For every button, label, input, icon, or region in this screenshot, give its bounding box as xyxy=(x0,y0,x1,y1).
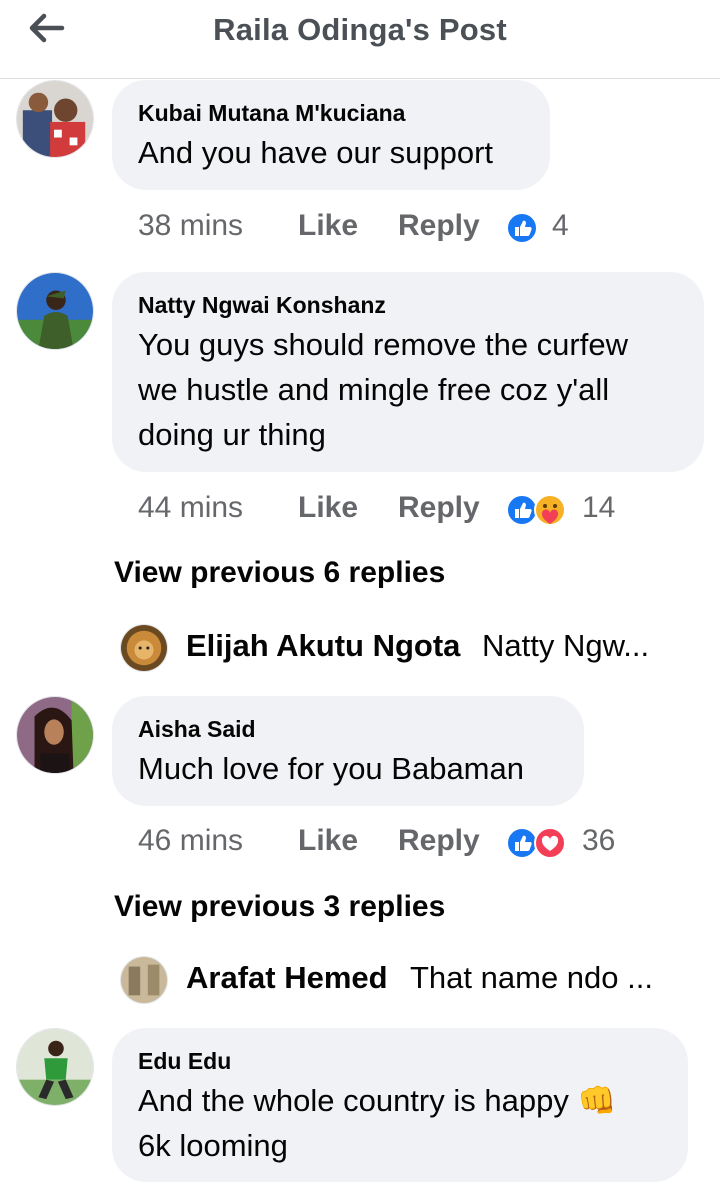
comment-text: You guys should remove the curfew we hus… xyxy=(138,322,678,457)
avatar[interactable] xyxy=(16,80,94,158)
comment-text-line: You guys should remove the curfew xyxy=(138,327,628,362)
comment-bubble: Natty Ngwai Konshanz You guys should rem… xyxy=(112,272,704,472)
love-reaction-icon[interactable] xyxy=(534,827,566,859)
reply-preview[interactable]: Elijah Akutu Ngota Natty Ngw... xyxy=(120,624,700,674)
page-title: Raila Odinga's Post xyxy=(213,12,507,47)
avatar[interactable] xyxy=(120,956,168,1004)
reply-author[interactable]: Arafat Hemed xyxy=(186,960,388,996)
view-previous-replies[interactable]: View previous 3 replies xyxy=(114,890,445,924)
reaction-count[interactable]: 4 xyxy=(552,206,569,246)
comment-author[interactable]: Kubai Mutana M'kuciana xyxy=(138,100,524,126)
reply-button[interactable]: Reply xyxy=(398,488,480,528)
comment-time[interactable]: 38 mins xyxy=(138,206,243,246)
avatar[interactable] xyxy=(16,272,94,350)
comment-bubble: Edu Edu And the whole country is happy 👊… xyxy=(112,1028,688,1182)
comment-meta: 38 mins Like Reply 4 xyxy=(138,206,638,246)
like-button[interactable]: Like xyxy=(298,821,358,861)
comment-bubble: Kubai Mutana M'kuciana And you have our … xyxy=(112,80,550,190)
comment-text-line: And the whole country is happy 👊 xyxy=(138,1078,662,1123)
comment-author[interactable]: Aisha Said xyxy=(138,716,558,742)
reply-preview[interactable]: Arafat Hemed That name ndo ... xyxy=(120,956,700,1006)
avatar[interactable] xyxy=(16,696,94,774)
top-bar: Raila Odinga's Post xyxy=(0,0,720,79)
reaction-count[interactable]: 36 xyxy=(582,821,615,861)
comment-meta: 44 mins Like Reply 14 xyxy=(138,488,678,528)
avatar[interactable] xyxy=(120,624,168,672)
care-reaction-icon[interactable] xyxy=(534,494,566,526)
like-button[interactable]: Like xyxy=(298,488,358,528)
like-reaction-icon[interactable] xyxy=(506,212,538,244)
reply-button[interactable]: Reply xyxy=(398,821,480,861)
like-button[interactable]: Like xyxy=(298,206,358,246)
comment-text-line: doing ur thing xyxy=(138,417,326,452)
comment-text-line: we hustle and mingle free coz y'all xyxy=(138,372,610,407)
comment-meta: 46 mins Like Reply 36 xyxy=(138,821,678,861)
comment-text: And you have our support xyxy=(138,135,494,170)
comment-author[interactable]: Natty Ngwai Konshanz xyxy=(138,292,678,318)
reply-button[interactable]: Reply xyxy=(398,206,480,246)
comment-text-line-body: And the whole country is happy xyxy=(138,1083,569,1118)
avatar[interactable] xyxy=(16,1028,94,1106)
comment-text-line: 6k looming xyxy=(138,1128,288,1163)
comment-time[interactable]: 46 mins xyxy=(138,821,243,861)
comment-text: And the whole country is happy 👊 6k loom… xyxy=(138,1078,662,1168)
comment-author[interactable]: Edu Edu xyxy=(138,1048,662,1074)
comment-bubble: Aisha Said Much love for you Babaman xyxy=(112,696,584,806)
view-previous-replies[interactable]: View previous 6 replies xyxy=(114,556,445,590)
comment-text: Much love for you Babaman xyxy=(138,751,524,786)
fist-bump-icon: 👊 xyxy=(577,1083,617,1118)
reaction-count[interactable]: 14 xyxy=(582,488,615,528)
comment-time[interactable]: 44 mins xyxy=(138,488,243,528)
reply-author[interactable]: Elijah Akutu Ngota xyxy=(186,628,460,664)
reply-snippet: Natty Ngw... xyxy=(482,628,650,663)
reply-snippet: That name ndo ... xyxy=(410,960,653,995)
